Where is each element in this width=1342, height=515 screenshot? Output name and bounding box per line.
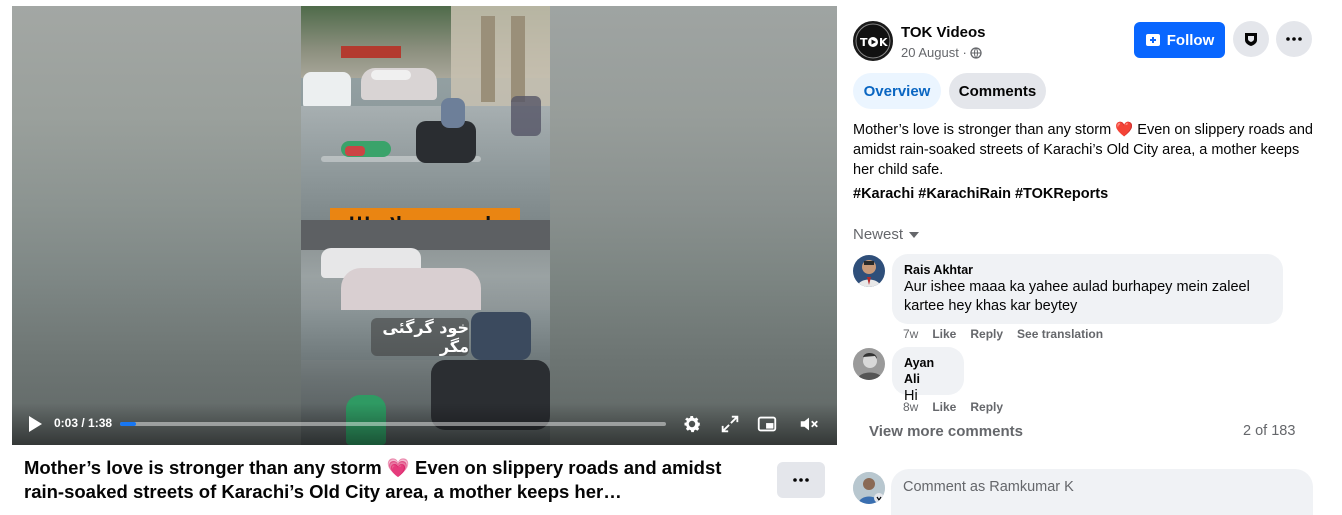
video-controls: 0:03 / 1:38 xyxy=(12,403,837,445)
tok-logo-icon: T K xyxy=(855,23,891,59)
page: ماں تجھے سلام !!! خود گرگئی مگر 0:03 / 1… xyxy=(0,0,1342,515)
avatar-rais-akhtar xyxy=(853,255,885,287)
comment-bubble: Ayan Ali Hi xyxy=(892,347,964,404)
video-blur-left xyxy=(12,6,302,445)
avatar-ayan-ali xyxy=(853,348,885,380)
video-progress-bar[interactable] xyxy=(120,422,666,426)
commenter-avatar[interactable] xyxy=(853,348,885,380)
play-icon[interactable] xyxy=(26,414,44,434)
shield-icon xyxy=(1245,33,1257,46)
avatar-current-user xyxy=(853,472,885,504)
comment-input[interactable] xyxy=(891,469,1313,515)
comment-age[interactable]: 7w xyxy=(903,327,918,341)
view-more-comments-link[interactable]: View more comments xyxy=(869,423,1023,440)
follow-plus-icon xyxy=(1145,34,1160,46)
comment-sort-label: Newest xyxy=(853,226,904,243)
svg-text:T: T xyxy=(860,36,868,49)
commenter-name[interactable]: Rais Akhtar xyxy=(904,262,1271,278)
post-date[interactable]: 20 August · xyxy=(901,45,982,60)
globe-icon xyxy=(970,46,982,59)
comment-actions: 8w Like Reply xyxy=(903,400,1003,414)
comment-age[interactable]: 8w xyxy=(903,400,918,414)
video-time: 0:03 / 1:38 xyxy=(54,416,113,430)
post-more-button[interactable] xyxy=(777,462,825,498)
comment-like-button[interactable]: Like xyxy=(932,327,956,341)
comment-sort-dropdown[interactable]: Newest xyxy=(853,226,920,243)
video-blur-right xyxy=(547,6,837,445)
pip-icon[interactable] xyxy=(756,413,778,435)
comment-reply-button[interactable]: Reply xyxy=(970,400,1003,414)
comment-like-button[interactable]: Like xyxy=(932,400,956,414)
current-user-avatar xyxy=(853,472,885,504)
more-options-button[interactable] xyxy=(1276,21,1312,57)
follow-label: Follow xyxy=(1166,31,1215,49)
dropdown-caret-icon xyxy=(909,231,920,238)
volume-muted-icon[interactable] xyxy=(798,413,820,435)
video-scene-top xyxy=(301,6,550,220)
author-name[interactable]: TOK Videos xyxy=(901,24,985,41)
comment-text: Aur ishee maaa ka yahee aulad burhapey m… xyxy=(904,279,1250,314)
comment-bubble: Rais Akhtar Aur ishee maaa ka yahee aula… xyxy=(892,254,1283,324)
video-overlay-caption: خود گرگئی مگر xyxy=(371,318,469,356)
svg-text:K: K xyxy=(879,36,888,49)
video-progress-fill xyxy=(120,422,136,426)
post-hashtags[interactable]: #Karachi #KarachiRain #TOKReports xyxy=(853,186,1108,202)
video-player[interactable]: ماں تجھے سلام !!! خود گرگئی مگر 0:03 / 1… xyxy=(12,6,837,445)
more-icon xyxy=(793,478,809,482)
save-button[interactable] xyxy=(1233,21,1269,57)
see-translation-link[interactable]: See translation xyxy=(1017,327,1103,341)
follow-button[interactable]: Follow xyxy=(1134,22,1225,58)
author-avatar[interactable]: T K xyxy=(853,21,893,61)
comment-count: 2 of 183 xyxy=(1243,423,1296,439)
tab-overview[interactable]: Overview xyxy=(853,73,941,109)
tab-comments[interactable]: Comments xyxy=(949,73,1046,109)
post-date-text: 20 August · xyxy=(901,45,967,60)
post-title: Mother’s love is stronger than any storm… xyxy=(24,457,722,502)
comment-actions: 7w Like Reply See translation xyxy=(903,327,1103,341)
fullscreen-icon[interactable] xyxy=(719,413,741,435)
commenter-avatar[interactable] xyxy=(853,255,885,287)
video-frame: ماں تجھے سلام !!! خود گرگئی مگر xyxy=(301,6,550,445)
more-icon xyxy=(1286,37,1302,41)
comment-reply-button[interactable]: Reply xyxy=(970,327,1003,341)
post-description: Mother’s love is stronger than any storm… xyxy=(853,122,1313,178)
commenter-name[interactable]: Ayan Ali xyxy=(904,355,952,387)
settings-icon[interactable] xyxy=(681,413,703,435)
